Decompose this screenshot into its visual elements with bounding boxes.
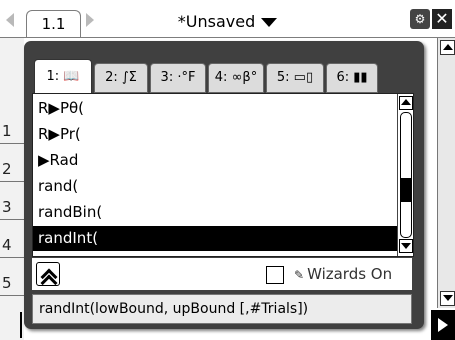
- wizards-label[interactable]: ✎ Wizards On: [294, 258, 392, 290]
- row-divider: [0, 143, 24, 144]
- row-number: 3: [2, 198, 12, 216]
- divider: [0, 37, 455, 38]
- collapse-up-icon[interactable]: [36, 262, 60, 286]
- document-scrollbar[interactable]: [437, 38, 455, 308]
- battery-settings-icon[interactable]: ⚙: [410, 9, 430, 29]
- catalog-footer: ✎ Wizards On: [32, 258, 412, 290]
- row-divider: [0, 181, 24, 182]
- row-number: 1: [2, 122, 12, 140]
- list-item[interactable]: R▶Pr(: [33, 122, 397, 147]
- row-divider: [0, 257, 24, 258]
- enter-arrow-button[interactable]: [431, 310, 455, 340]
- row-number: 2: [2, 160, 12, 178]
- document-title-button[interactable]: *Unsaved: [0, 12, 455, 31]
- top-bar: 1.1 *Unsaved ⚙ ✕: [0, 0, 455, 38]
- wizards-text: Wizards On: [307, 265, 393, 283]
- chevron-down-icon: [261, 18, 278, 27]
- scroll-down-icon[interactable]: [399, 239, 413, 253]
- row-divider: [0, 219, 24, 220]
- list-scrollbar[interactable]: [397, 94, 413, 256]
- close-icon[interactable]: ✕: [432, 9, 452, 29]
- row-divider: [0, 295, 24, 296]
- document-title: *Unsaved: [177, 12, 256, 31]
- syntax-help: randInt(lowBound, upBound [,#Trials]): [32, 294, 412, 324]
- scroll-up-icon[interactable]: [399, 96, 413, 110]
- tab-units[interactable]: 3: ·°F: [150, 63, 206, 93]
- catalog-tabs: 1: 📖 2: ∫Σ 3: ·°F 4: ∞β° 5: ▭▯ 6: ▮▮: [34, 59, 418, 95]
- scroll-track[interactable]: [400, 112, 412, 238]
- scroll-down-icon[interactable]: [440, 291, 455, 306]
- tab-alphabetical[interactable]: 1: 📖: [34, 59, 92, 95]
- tab-symbols[interactable]: 4: ∞β°: [208, 63, 264, 93]
- list-item[interactable]: R▶Pθ(: [33, 96, 397, 121]
- catalog-dialog: 1: 📖 2: ∫Σ 3: ·°F 4: ∞β° 5: ▭▯ 6: ▮▮ R▶P…: [24, 41, 424, 329]
- scroll-thumb[interactable]: [401, 178, 411, 202]
- scroll-up-icon[interactable]: [440, 40, 455, 55]
- row-number: 4: [2, 236, 12, 254]
- tab-math-templates[interactable]: 2: ∫Σ: [94, 63, 148, 93]
- text-cursor: [20, 312, 22, 338]
- list-item-selected[interactable]: randInt(: [33, 226, 397, 251]
- catalog-list[interactable]: R▶Pθ( R▶Pr( ▶Rad rand( randBin( randInt(: [32, 93, 414, 257]
- list-item[interactable]: randBin(: [33, 200, 397, 225]
- wand-icon: ✎: [294, 268, 305, 282]
- tab-math-expression-templates[interactable]: 5: ▭▯: [266, 63, 324, 93]
- wizards-checkbox[interactable]: [266, 266, 284, 284]
- list-item[interactable]: ▶Rad: [33, 148, 397, 173]
- row-number: 5: [2, 274, 12, 292]
- list-item[interactable]: rand(: [33, 174, 397, 199]
- tab-libraries[interactable]: 6: ▮▮: [326, 63, 378, 93]
